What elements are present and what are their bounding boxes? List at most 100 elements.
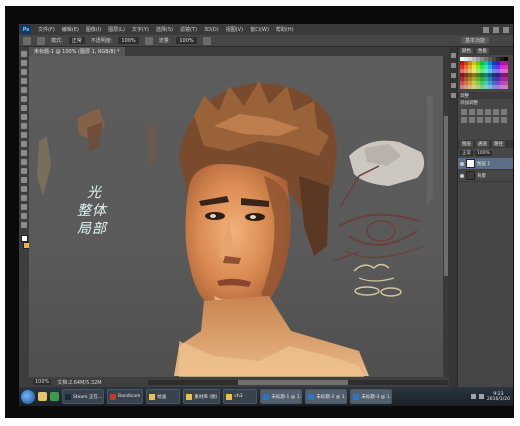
network-icon[interactable] (470, 394, 476, 399)
layer-row[interactable]: 图层 1 (458, 158, 513, 170)
hue-saturation-icon[interactable] (501, 109, 507, 115)
taskbar-button[interactable]: 未标题-1 @ 1... (260, 389, 303, 404)
menu-image[interactable]: 图像(I) (86, 26, 101, 33)
tab-swatches[interactable]: 色板 (476, 48, 489, 54)
airbrush-icon[interactable] (202, 36, 211, 45)
type-tool-icon[interactable] (21, 186, 27, 192)
zoom-level[interactable]: 100% (33, 379, 52, 385)
exposure-icon[interactable] (485, 109, 491, 115)
visibility-eye-icon[interactable] (460, 161, 464, 166)
pressure-opacity-icon[interactable] (144, 36, 153, 45)
video-frame: Ps 文件(F) 编辑(E) 图像(I) 图层(L) 文字(Y) 选择(S) 滤… (5, 6, 514, 418)
tab-channels[interactable]: 通道 (476, 141, 489, 147)
taskbar-button[interactable]: 未标题-2 @ 1... (305, 389, 348, 404)
right-panels: 颜色 色板 调整 添加调整 图层 通道 路径 正常 100% 图层 1 背景 (457, 47, 513, 387)
workspace-switcher[interactable]: 基本功能 (460, 37, 489, 44)
brush-panel-icon[interactable] (37, 36, 45, 45)
layer-opacity-field[interactable]: 100% (475, 150, 492, 156)
scrollbar-thumb[interactable] (237, 379, 348, 385)
path-select-tool-icon[interactable] (21, 195, 27, 201)
taskbar-label: ch3 (234, 394, 243, 399)
move-tool-icon[interactable] (21, 51, 27, 57)
scrollbar-thumb[interactable] (444, 116, 448, 276)
crop-tool-icon[interactable] (21, 87, 27, 93)
layer-row[interactable]: 背景 (458, 170, 513, 182)
black-white-icon[interactable] (469, 117, 475, 123)
clock[interactable]: 9:23 2016/1/20 (487, 392, 510, 402)
blur-tool-icon[interactable] (21, 159, 27, 165)
maximize-icon[interactable] (493, 26, 499, 33)
chrome-icon[interactable] (50, 392, 59, 401)
invert-icon[interactable] (501, 117, 507, 123)
visibility-eye-icon[interactable] (460, 173, 464, 178)
character-icon[interactable] (450, 83, 456, 88)
menu-help[interactable]: 帮助(H) (276, 26, 294, 33)
color-swatch[interactable] (504, 85, 508, 89)
brightness-icon[interactable] (461, 109, 467, 115)
explorer-icon[interactable] (38, 392, 47, 401)
taskbar-button[interactable]: Bandicam (107, 389, 144, 404)
tab-paths[interactable]: 路径 (492, 141, 505, 147)
eraser-tool-icon[interactable] (21, 141, 27, 147)
menu-window[interactable]: 窗口(W) (250, 26, 269, 33)
levels-icon[interactable] (469, 109, 475, 115)
start-button[interactable] (21, 389, 35, 404)
minimize-icon[interactable] (483, 26, 489, 33)
volume-icon[interactable] (478, 394, 484, 399)
adjustments-panel-tab[interactable]: 调整 (458, 92, 513, 99)
menu-layer[interactable]: 图层(L) (108, 26, 125, 33)
brush-tool-icon[interactable] (21, 114, 27, 120)
taskbar-button[interactable]: ch3 (223, 389, 258, 404)
taskbar-button[interactable]: Steam 正在... (62, 389, 104, 404)
horizontal-scrollbar[interactable] (147, 379, 448, 385)
channel-mixer-icon[interactable] (485, 117, 491, 123)
menu-3d[interactable]: 3D(D) (204, 27, 219, 33)
menu-file[interactable]: 文件(F) (38, 26, 55, 33)
actions-icon[interactable] (450, 63, 456, 68)
taskbar-button[interactable]: 未标题-3 @ 1... (350, 389, 393, 404)
curves-icon[interactable] (477, 109, 483, 115)
canvas-annotation: 光 整体 局部 (77, 184, 107, 238)
menu-edit[interactable]: 编辑(E) (62, 26, 79, 33)
tab-color[interactable]: 颜色 (460, 48, 473, 54)
gradient-tool-icon[interactable] (21, 150, 27, 156)
swatches-grid[interactable] (460, 57, 511, 89)
lasso-tool-icon[interactable] (21, 69, 27, 75)
vibrance-icon[interactable] (493, 109, 499, 115)
dodge-tool-icon[interactable] (21, 168, 27, 174)
taskbar-button[interactable]: 素材库 (图) (183, 389, 221, 404)
zoom-tool-icon[interactable] (21, 222, 27, 228)
history-brush-tool-icon[interactable] (21, 132, 27, 138)
shape-tool-icon[interactable] (21, 204, 27, 210)
close-icon[interactable] (503, 26, 509, 33)
foreground-color-swatch[interactable] (20, 235, 28, 242)
tab-layers[interactable]: 图层 (460, 141, 473, 147)
marquee-tool-icon[interactable] (21, 60, 27, 66)
opacity-field[interactable]: 100% (118, 37, 139, 44)
blend-mode-select[interactable]: 正常 (460, 150, 473, 156)
brush-presets-icon[interactable] (450, 73, 456, 78)
paragraph-icon[interactable] (450, 93, 456, 98)
app-icon (149, 393, 156, 400)
color-balance-icon[interactable] (461, 117, 467, 123)
canvas-area[interactable]: 光 整体 局部 (29, 56, 443, 377)
brush-preset-icon[interactable] (23, 36, 31, 45)
photo-filter-icon[interactable] (477, 117, 483, 123)
eyedropper-tool-icon[interactable] (21, 96, 27, 102)
menu-filter[interactable]: 滤镜(T) (180, 26, 197, 33)
mode-select[interactable]: 正常 (68, 37, 85, 44)
document-tab[interactable]: 未标题-1 @ 100% (图层 1, RGB/8) * (29, 47, 125, 56)
menu-type[interactable]: 文字(Y) (132, 26, 149, 33)
taskbar-button[interactable]: 绘画 (146, 389, 181, 404)
app-icon (186, 393, 193, 400)
pen-tool-icon[interactable] (21, 177, 27, 183)
color-lookup-icon[interactable] (493, 117, 499, 123)
menu-view[interactable]: 视图(V) (226, 26, 243, 33)
menu-select[interactable]: 选择(S) (156, 26, 173, 33)
history-icon[interactable] (450, 53, 456, 58)
stamp-tool-icon[interactable] (21, 123, 27, 129)
flow-field[interactable]: 100% (176, 37, 197, 44)
hand-tool-icon[interactable] (21, 213, 27, 219)
healing-tool-icon[interactable] (21, 105, 27, 111)
quick-select-tool-icon[interactable] (21, 78, 27, 84)
